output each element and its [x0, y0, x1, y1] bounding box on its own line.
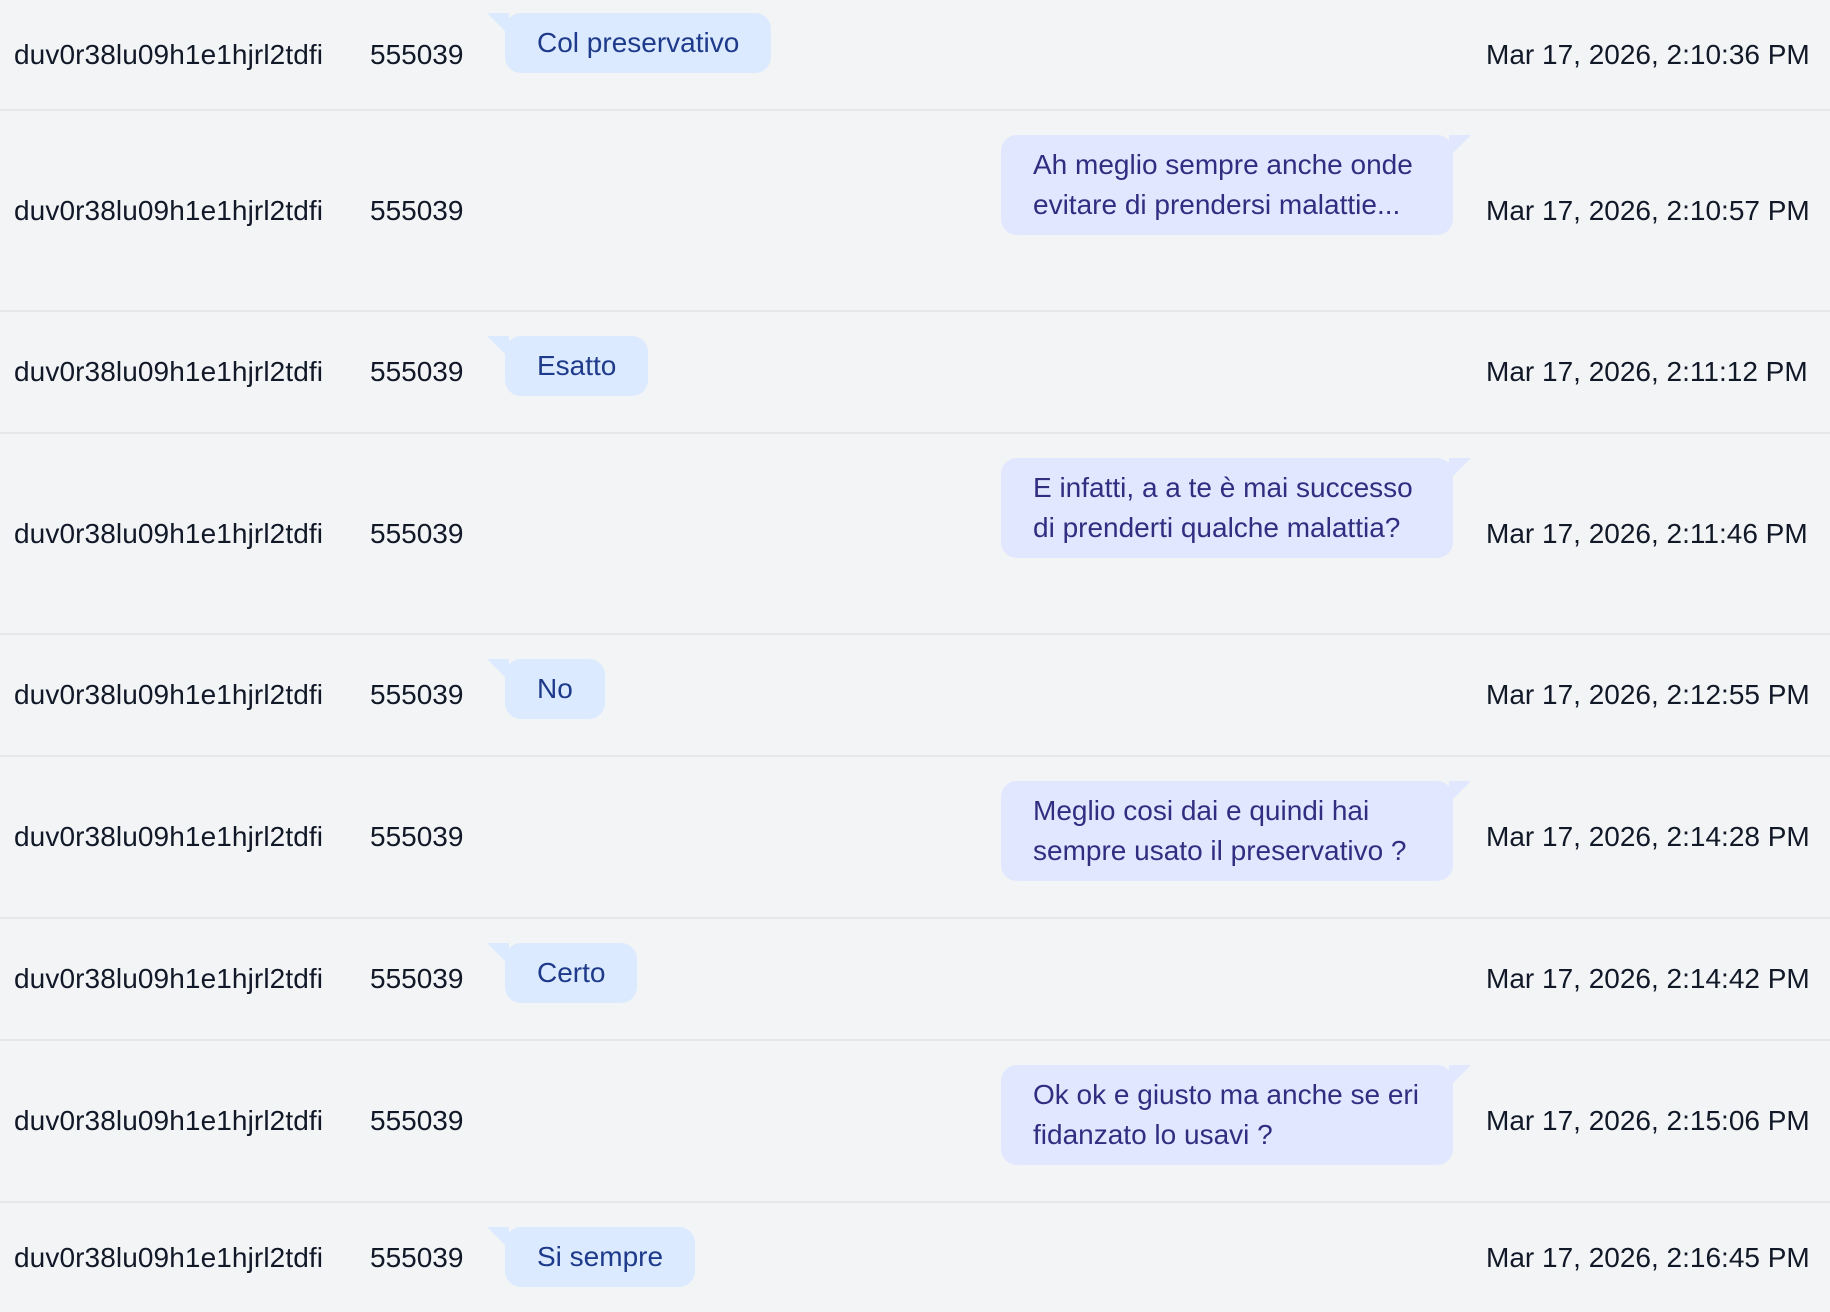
user-id-cell: 555039: [370, 194, 464, 226]
user-id-cell: 555039: [370, 38, 464, 70]
user-id-cell: 555039: [370, 356, 464, 387]
session-id-cell: duv0r38lu09h1e1hjrl2tdfi: [14, 1105, 324, 1136]
message-bubble-outgoing: Ah meglio sempre anche onde evitare di p…: [1001, 135, 1471, 235]
session-id-cell: duv0r38lu09h1e1hjrl2tdfi: [14, 1241, 324, 1273]
table-row: duv0r38lu09h1e1hjrl2tdfi 555039 Ah megli…: [0, 111, 1830, 312]
session-id-cell: duv0r38lu09h1e1hjrl2tdfi: [14, 356, 324, 387]
message-bubble-outgoing: Ok ok e giusto ma anche se eri fidanzato…: [1001, 1065, 1471, 1165]
table-row: duv0r38lu09h1e1hjrl2tdfi 555039 Meglio c…: [0, 757, 1830, 919]
timestamp-cell: Mar 17, 2026, 2:10:57 PM: [1486, 194, 1810, 226]
timestamp-cell: Mar 17, 2026, 2:14:42 PM: [1486, 963, 1810, 994]
timestamp-cell: Mar 17, 2026, 2:16:45 PM: [1486, 1241, 1810, 1273]
session-id-cell: duv0r38lu09h1e1hjrl2tdfi: [14, 194, 324, 226]
user-id-cell: 555039: [370, 679, 464, 710]
message-bubble-incoming: Esatto: [486, 336, 649, 396]
user-id-cell: 555039: [370, 1105, 464, 1136]
timestamp-cell: Mar 17, 2026, 2:10:36 PM: [1486, 38, 1810, 70]
message-bubble-incoming: No: [487, 659, 605, 719]
user-id-cell: 555039: [370, 1241, 464, 1273]
timestamp-cell: Mar 17, 2026, 2:12:55 PM: [1486, 679, 1810, 710]
session-id-cell: duv0r38lu09h1e1hjrl2tdfi: [14, 679, 324, 710]
session-id-cell: duv0r38lu09h1e1hjrl2tdfi: [14, 821, 324, 852]
message-bubble-incoming: Col preservativo: [486, 13, 772, 73]
table-row: duv0r38lu09h1e1hjrl2tdfi 555039 Esatto M…: [0, 312, 1830, 434]
timestamp-cell: Mar 17, 2026, 2:11:46 PM: [1486, 517, 1808, 549]
user-id-cell: 555039: [370, 821, 464, 852]
session-id-cell: duv0r38lu09h1e1hjrl2tdfi: [14, 38, 324, 70]
table-row: duv0r38lu09h1e1hjrl2tdfi 555039 Ok ok e …: [0, 1041, 1830, 1203]
message-bubble-outgoing: E infatti, a a te è mai successo di pren…: [1001, 458, 1471, 558]
session-id-cell: duv0r38lu09h1e1hjrl2tdfi: [14, 963, 324, 994]
message-bubble-incoming: Si sempre: [486, 1227, 696, 1287]
timestamp-cell: Mar 17, 2026, 2:14:28 PM: [1486, 821, 1810, 852]
user-id-cell: 555039: [370, 963, 464, 994]
user-id-cell: 555039: [370, 517, 464, 549]
timestamp-cell: Mar 17, 2026, 2:15:06 PM: [1486, 1105, 1810, 1136]
table-row: duv0r38lu09h1e1hjrl2tdfi 555039 E infatt…: [0, 434, 1830, 635]
message-table: duv0r38lu09h1e1hjrl2tdfi 555039 Col pres…: [0, 0, 1830, 1312]
table-row: duv0r38lu09h1e1hjrl2tdfi 555039 Certo Ma…: [0, 919, 1830, 1041]
session-id-cell: duv0r38lu09h1e1hjrl2tdfi: [14, 517, 324, 549]
table-row: duv0r38lu09h1e1hjrl2tdfi 555039 Si sempr…: [0, 1203, 1830, 1312]
message-bubble-outgoing: Meglio cosi dai e quindi hai sempre usat…: [1001, 781, 1471, 881]
timestamp-cell: Mar 17, 2026, 2:11:12 PM: [1486, 356, 1808, 387]
table-row: duv0r38lu09h1e1hjrl2tdfi 555039 Col pres…: [0, 0, 1830, 111]
table-row: duv0r38lu09h1e1hjrl2tdfi 555039 No Mar 1…: [0, 635, 1830, 757]
message-bubble-incoming: Certo: [486, 943, 638, 1003]
